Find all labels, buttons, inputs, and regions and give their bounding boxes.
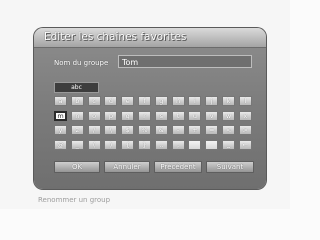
dialog-title: Editer les chaînes favorites	[44, 31, 187, 43]
keyboard-mode-tab[interactable]: abc	[54, 82, 99, 93]
tv-screen: Editer les chaînes favorites Nom du grou…	[0, 0, 290, 209]
key-0-2[interactable]: c	[87, 96, 101, 106]
key-0-5[interactable]: f	[138, 96, 151, 106]
key-3-4[interactable]: {	[121, 139, 135, 150]
key-3-3[interactable]: )	[104, 139, 118, 150]
key-1-8[interactable]: u	[188, 110, 202, 121]
key-3-6[interactable]: ..	[154, 139, 168, 150]
key-0-1[interactable]: b	[70, 96, 84, 106]
key-3-1[interactable]: _	[70, 139, 84, 150]
next-button[interactable]: Suivant	[206, 161, 254, 173]
key-3-5[interactable]: }	[138, 139, 151, 150]
key-2-10[interactable]: <	[222, 125, 235, 135]
key-0-9[interactable]: j	[205, 96, 219, 106]
key-1-5[interactable]: r	[138, 110, 151, 121]
key-2-3[interactable]: \	[104, 125, 118, 135]
key-3-0[interactable]: @	[54, 139, 67, 150]
key-0-11[interactable]: l	[238, 96, 252, 106]
key-2-5[interactable]: %	[138, 125, 151, 135]
key-3-2[interactable]: (	[87, 139, 101, 150]
key-0-0[interactable]: a	[54, 96, 67, 106]
key-2-8[interactable]: +	[188, 125, 202, 135]
key-1-10[interactable]: w	[222, 110, 235, 121]
key-2-9[interactable]: =	[205, 125, 219, 135]
key-2-0[interactable]: y	[54, 125, 67, 135]
ok-button[interactable]: OK	[54, 161, 100, 173]
key-3-7[interactable]: ,	[171, 139, 185, 150]
key-2-11[interactable]: >	[238, 125, 252, 135]
key-3-9[interactable]	[205, 139, 219, 150]
key-1-2[interactable]: o	[87, 110, 101, 121]
key-0-4[interactable]: e	[121, 96, 135, 106]
key-0-7[interactable]: h	[171, 96, 185, 106]
previous-button[interactable]: Précédent	[154, 161, 202, 173]
group-name-input[interactable]: Tom	[118, 55, 252, 68]
key-2-1[interactable]: z	[70, 125, 84, 135]
key-1-6[interactable]: s	[154, 110, 168, 121]
key-1-3[interactable]: p	[104, 110, 118, 121]
key-1-0[interactable]: m	[54, 110, 67, 121]
on-screen-keyboard: a b c d e f g h i j k l m n o p q r s t u v w x y z / \ $% & - + = < > @ _()…	[54, 96, 254, 157]
key-0-8[interactable]: i	[188, 96, 202, 106]
edit-favorites-dialog: Editer les chaînes favorites Nom du grou…	[34, 28, 266, 189]
group-name-label: Nom du groupe	[54, 59, 109, 67]
key-0-6[interactable]: g	[154, 96, 168, 106]
key-2-4[interactable]: $	[121, 125, 135, 135]
key-0-3[interactable]: d	[104, 96, 118, 106]
key-2-2[interactable]: /	[87, 125, 101, 135]
cancel-button[interactable]: Annuler	[104, 161, 150, 173]
key-2-6[interactable]: &	[154, 125, 168, 135]
key-1-7[interactable]: t	[171, 110, 185, 121]
key-1-1[interactable]: n	[70, 110, 84, 121]
key-2-7[interactable]: -	[171, 125, 185, 135]
key-1-9[interactable]: v	[205, 110, 219, 121]
key-0-10[interactable]: k	[222, 96, 235, 106]
status-hint: Renommer un group	[38, 196, 111, 204]
key-3-10[interactable]: ⎵	[222, 139, 235, 150]
key-1-11[interactable]: x	[238, 110, 252, 121]
dialog-titlebar: Editer les chaînes favorites	[34, 28, 266, 48]
key-1-4[interactable]: q	[121, 110, 135, 121]
key-3-11[interactable]: ←	[238, 139, 252, 150]
key-3-8[interactable]	[188, 139, 202, 150]
